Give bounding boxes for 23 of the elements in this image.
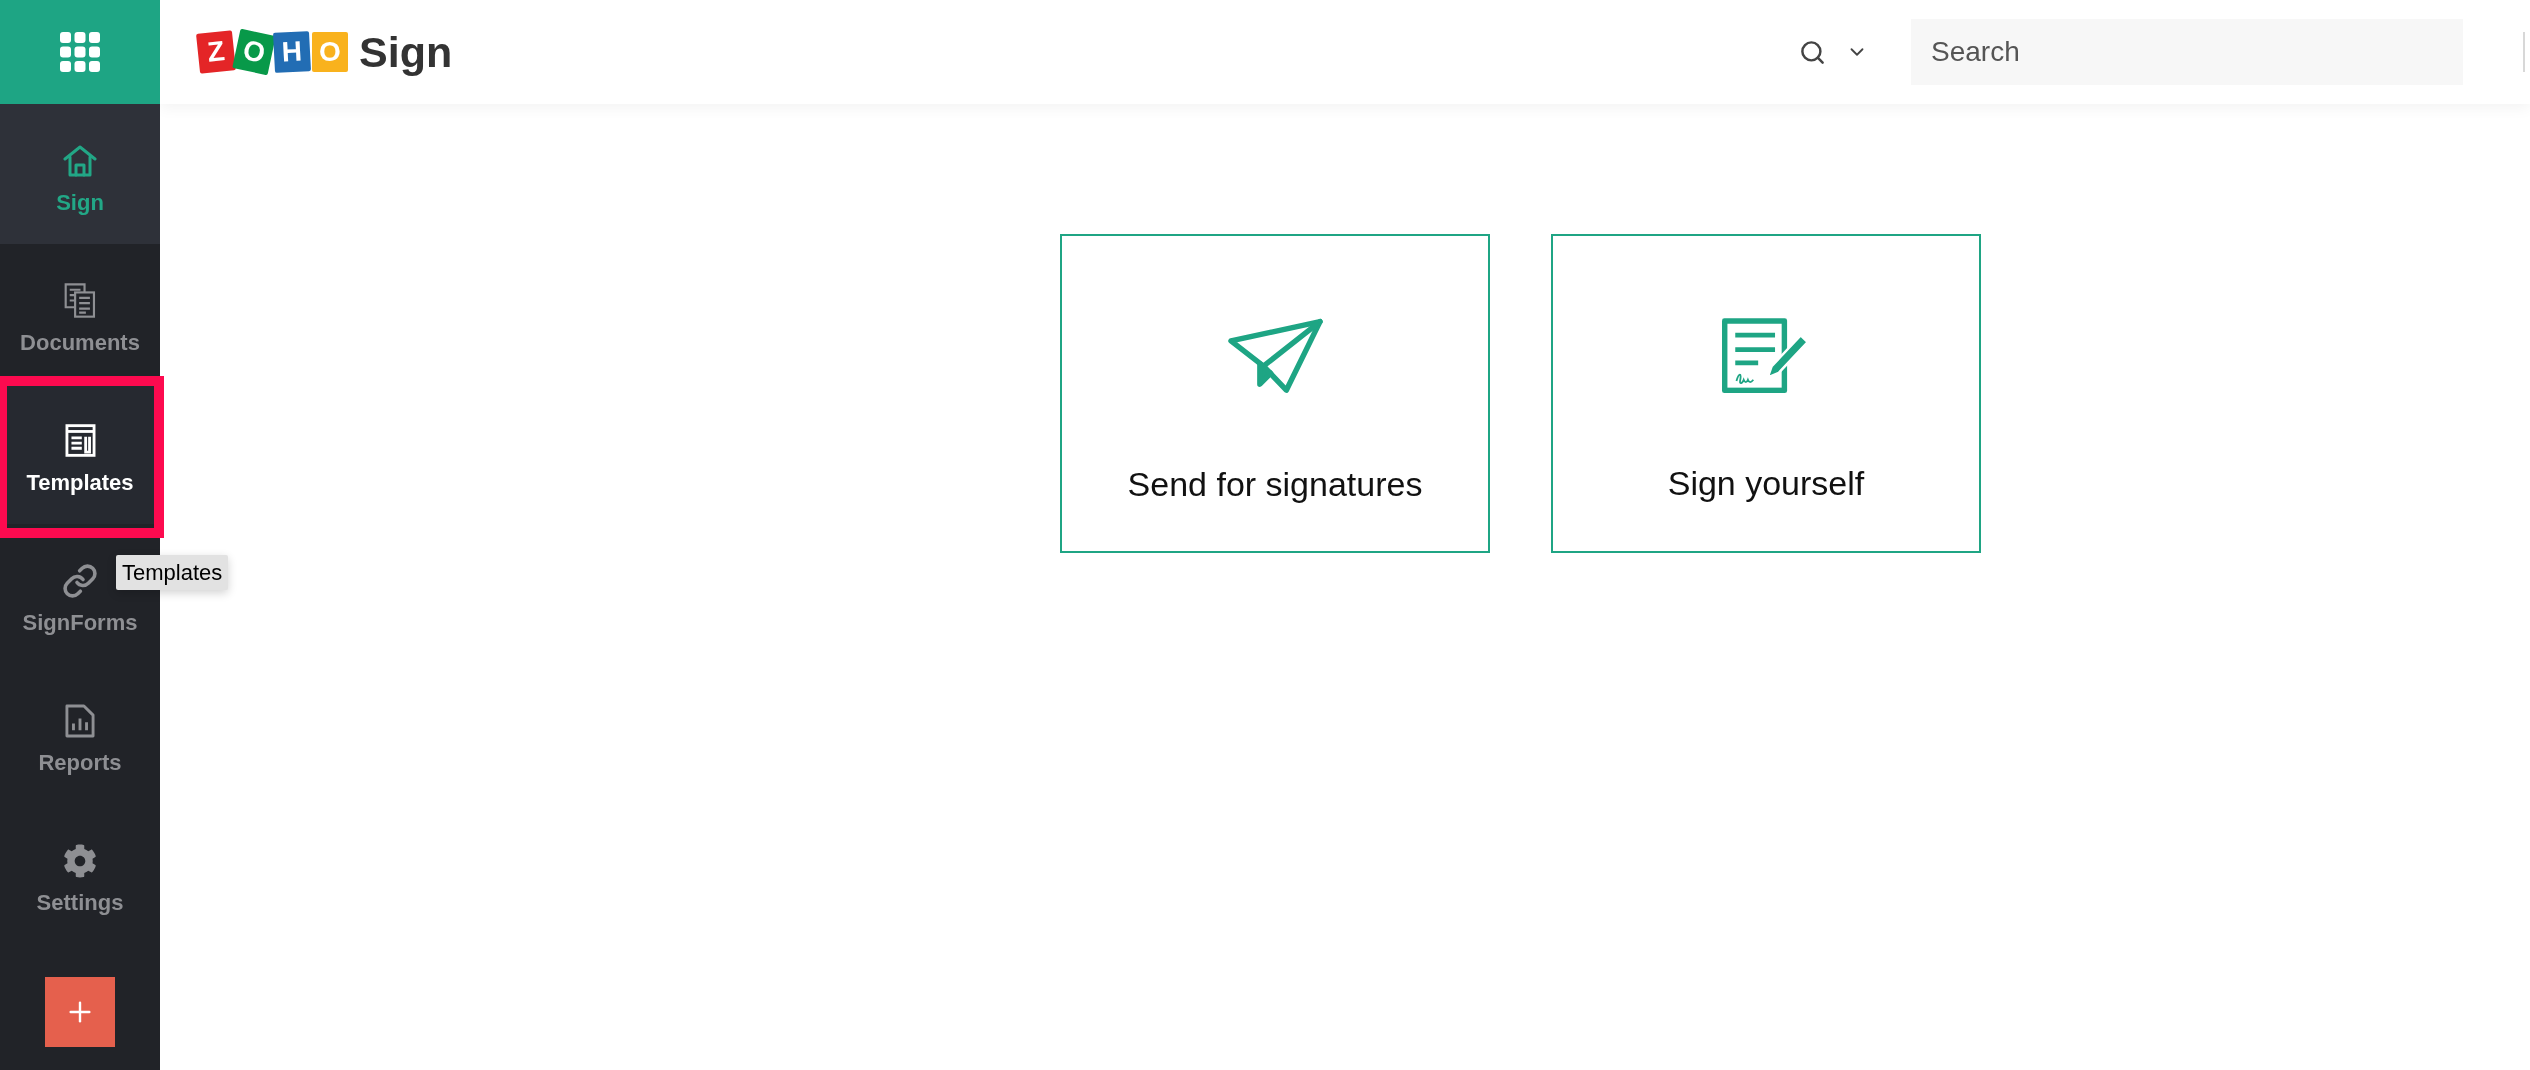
product-name: Sign <box>359 27 453 78</box>
search-icon <box>1799 38 1826 66</box>
action-card[interactable]: Send for signatures <box>1060 234 1490 553</box>
link-icon <box>62 562 98 599</box>
template-icon <box>64 423 96 458</box>
home-icon <box>63 143 97 178</box>
logo-letter-tile: Z <box>196 30 236 74</box>
settings-icon <box>63 843 97 878</box>
action-card[interactable]: Sign yourself <box>1551 234 1981 553</box>
nav-item[interactable]: Sign <box>0 104 160 244</box>
logo-letter-tile: O <box>312 32 348 72</box>
nav-item[interactable]: Documents <box>0 244 160 384</box>
search-field[interactable]: Search <box>1911 19 2463 85</box>
nav-item[interactable]: Reports <box>0 664 160 804</box>
nav-item[interactable]: Settings <box>0 804 160 944</box>
logo-letter-tile: O <box>232 28 276 76</box>
grid-icon <box>60 32 100 72</box>
logo-letter-tile: H <box>273 31 311 73</box>
tooltip: Templates <box>116 555 229 590</box>
apps-button[interactable] <box>0 0 160 104</box>
documents-icon <box>63 283 97 318</box>
paper-plane-icon <box>1225 318 1325 395</box>
report-icon <box>64 703 96 738</box>
